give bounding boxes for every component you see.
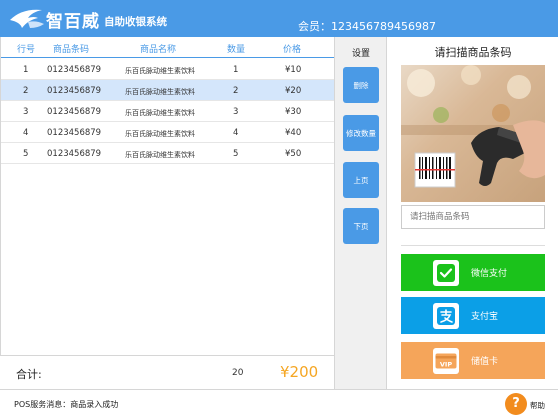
table-row[interactable]: 5 0123456879 乐百氏脉动维生素饮料 5 ¥50 — [1, 143, 335, 164]
alipay-button[interactable]: 支付宝 — [401, 297, 545, 334]
table-row-selected[interactable]: 2 0123456879 乐百氏脉动维生素饮料 2 ¥20 — [1, 80, 335, 101]
table-header: 行号 商品条码 商品名称 数量 价格 — [1, 37, 334, 58]
row-number: 1 — [23, 65, 29, 75]
divider — [401, 245, 545, 246]
wechat-icon — [433, 259, 459, 286]
scan-title: 请扫描商品条码 — [434, 46, 512, 59]
settings-column: 设置 删除 修改数量 上页 下页 — [334, 37, 386, 389]
total-quantity: 20 — [232, 368, 244, 378]
checkout-panel: 请扫描商品条码 请扫描商品条码 微信支付 支付宝 VIP 储值卡 — [386, 37, 558, 389]
row-product-name: 乐百氏脉动维生素饮料 — [125, 67, 195, 75]
row-barcode: 0123456879 — [47, 149, 102, 159]
row-product-name: 乐百氏脉动维生素饮料 — [125, 88, 195, 96]
row-price: ¥20 — [285, 86, 302, 96]
wechat-pay-label: 微信支付 — [471, 269, 508, 279]
row-number: 4 — [23, 128, 29, 138]
settings-title: 设置 — [351, 49, 370, 59]
row-number: 2 — [23, 86, 29, 96]
row-number: 3 — [23, 107, 29, 117]
table-row[interactable]: 1 0123456879 乐百氏脉动维生素饮料 1 ¥10 — [1, 59, 335, 80]
column-header-barcode: 商品条码 — [53, 45, 90, 55]
column-header-product-name: 商品名称 — [140, 45, 177, 55]
product-table: 行号 商品条码 商品名称 数量 价格 1 0123456879 乐百氏脉动维生素… — [0, 37, 335, 355]
table-row[interactable]: 3 0123456879 乐百氏脉动维生素饮料 3 ¥30 — [1, 101, 335, 122]
app-header: 智百威 自助收银系统 会员：123456789456987 — [0, 0, 558, 37]
brand-name: 智百威 — [46, 12, 100, 32]
row-quantity: 3 — [233, 107, 239, 117]
column-header-row-no: 行号 — [17, 45, 36, 55]
wechat-pay-button[interactable]: 微信支付 — [401, 254, 545, 291]
scanner-illustration — [401, 65, 545, 188]
previous-page-button[interactable]: 上页 — [343, 162, 379, 198]
row-product-name: 乐百氏脉动维生素饮料 — [125, 130, 195, 138]
total-bar: 合计: 20 ¥200 — [0, 355, 334, 389]
row-quantity: 5 — [233, 149, 239, 159]
alipay-icon — [433, 302, 459, 329]
row-quantity: 4 — [233, 128, 239, 138]
system-name: 自助收银系统 — [104, 16, 167, 28]
help-label[interactable]: 帮助 — [530, 400, 545, 411]
row-price: ¥40 — [285, 128, 302, 138]
row-barcode: 0123456879 — [47, 107, 102, 117]
row-quantity: 1 — [233, 65, 239, 75]
barcode-input[interactable] — [401, 205, 545, 229]
row-price: ¥30 — [285, 107, 302, 117]
barcode-scanner-image — [401, 65, 545, 202]
column-header-price: 价格 — [283, 45, 302, 55]
stored-value-card-label: 储值卡 — [471, 357, 499, 367]
table-row[interactable]: 4 0123456879 乐百氏脉动维生素饮料 4 ¥40 — [1, 122, 335, 143]
column-header-quantity: 数量 — [227, 45, 246, 55]
row-quantity: 2 — [233, 86, 239, 96]
vip-card-icon: VIP — [433, 347, 459, 374]
row-price: ¥10 — [285, 65, 302, 75]
row-barcode: 0123456879 — [47, 65, 102, 75]
modify-quantity-button[interactable]: 修改数量 — [343, 115, 379, 151]
status-bar: POS服务消息：商品录入成功 ? 帮助 — [0, 389, 558, 419]
stored-value-card-button[interactable]: VIP 储值卡 — [401, 342, 545, 379]
row-product-name: 乐百氏脉动维生素饮料 — [125, 109, 195, 117]
row-barcode: 0123456879 — [47, 86, 102, 96]
row-product-name: 乐百氏脉动维生素饮料 — [125, 151, 195, 159]
help-question-icon[interactable]: ? — [505, 393, 527, 415]
member-info: 会员：123456789456987 — [298, 20, 436, 33]
total-amount: ¥200 — [280, 363, 319, 381]
brand-logo-icon — [10, 9, 44, 28]
delete-button[interactable]: 删除 — [343, 67, 379, 103]
row-barcode: 0123456879 — [47, 128, 102, 138]
pos-status-message: POS服务消息：商品录入成功 — [14, 400, 119, 409]
alipay-label: 支付宝 — [471, 312, 499, 322]
vip-card-icon-text: VIP — [440, 360, 452, 368]
row-price: ¥50 — [285, 149, 302, 159]
row-number: 5 — [23, 149, 29, 159]
total-label: 合计: — [16, 368, 42, 381]
next-page-button[interactable]: 下页 — [343, 208, 379, 244]
